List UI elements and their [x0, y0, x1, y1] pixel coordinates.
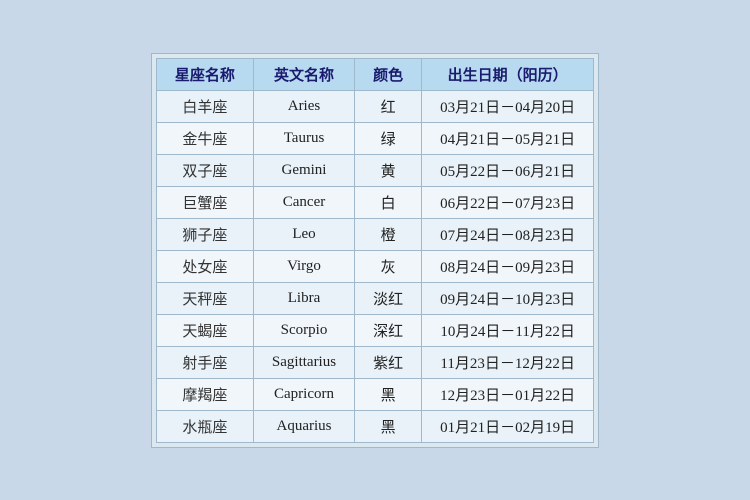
table-row: 水瓶座Aquarius黑01月21日－02月19日: [156, 410, 593, 442]
cell-chinese-name: 摩羯座: [156, 378, 253, 410]
cell-dates: 04月21日－05月21日: [422, 122, 594, 154]
cell-dates: 03月21日－04月20日: [422, 90, 594, 122]
header-dates: 出生日期（阳历）: [422, 58, 594, 90]
cell-english-name: Aquarius: [253, 410, 354, 442]
table-body: 白羊座Aries红03月21日－04月20日金牛座Taurus绿04月21日－0…: [156, 90, 593, 442]
cell-color: 白: [355, 186, 422, 218]
zodiac-table: 星座名称 英文名称 颜色 出生日期（阳历） 白羊座Aries红03月21日－04…: [156, 58, 594, 443]
cell-dates: 10月24日－11月22日: [422, 314, 594, 346]
cell-english-name: Cancer: [253, 186, 354, 218]
cell-chinese-name: 金牛座: [156, 122, 253, 154]
cell-dates: 06月22日－07月23日: [422, 186, 594, 218]
table-row: 白羊座Aries红03月21日－04月20日: [156, 90, 593, 122]
cell-english-name: Virgo: [253, 250, 354, 282]
cell-color: 灰: [355, 250, 422, 282]
cell-dates: 05月22日－06月21日: [422, 154, 594, 186]
cell-chinese-name: 巨蟹座: [156, 186, 253, 218]
cell-chinese-name: 天秤座: [156, 282, 253, 314]
cell-english-name: Libra: [253, 282, 354, 314]
cell-color: 黑: [355, 410, 422, 442]
cell-english-name: Scorpio: [253, 314, 354, 346]
cell-color: 绿: [355, 122, 422, 154]
cell-dates: 09月24日－10月23日: [422, 282, 594, 314]
header-color: 颜色: [355, 58, 422, 90]
cell-dates: 12月23日－01月22日: [422, 378, 594, 410]
cell-color: 淡红: [355, 282, 422, 314]
cell-chinese-name: 白羊座: [156, 90, 253, 122]
cell-color: 红: [355, 90, 422, 122]
cell-english-name: Capricorn: [253, 378, 354, 410]
header-chinese-name: 星座名称: [156, 58, 253, 90]
zodiac-table-container: 星座名称 英文名称 颜色 出生日期（阳历） 白羊座Aries红03月21日－04…: [151, 53, 599, 448]
cell-chinese-name: 处女座: [156, 250, 253, 282]
cell-english-name: Leo: [253, 218, 354, 250]
header-english-name: 英文名称: [253, 58, 354, 90]
cell-chinese-name: 水瓶座: [156, 410, 253, 442]
cell-english-name: Gemini: [253, 154, 354, 186]
cell-color: 紫红: [355, 346, 422, 378]
table-row: 天蝎座Scorpio深红10月24日－11月22日: [156, 314, 593, 346]
cell-chinese-name: 双子座: [156, 154, 253, 186]
cell-chinese-name: 天蝎座: [156, 314, 253, 346]
cell-dates: 01月21日－02月19日: [422, 410, 594, 442]
cell-english-name: Sagittarius: [253, 346, 354, 378]
table-row: 天秤座Libra淡红09月24日－10月23日: [156, 282, 593, 314]
cell-dates: 07月24日－08月23日: [422, 218, 594, 250]
cell-color: 橙: [355, 218, 422, 250]
table-row: 巨蟹座Cancer白06月22日－07月23日: [156, 186, 593, 218]
cell-chinese-name: 射手座: [156, 346, 253, 378]
table-row: 金牛座Taurus绿04月21日－05月21日: [156, 122, 593, 154]
table-row: 射手座Sagittarius紫红11月23日－12月22日: [156, 346, 593, 378]
table-header-row: 星座名称 英文名称 颜色 出生日期（阳历）: [156, 58, 593, 90]
cell-english-name: Aries: [253, 90, 354, 122]
table-row: 摩羯座Capricorn黑12月23日－01月22日: [156, 378, 593, 410]
cell-color: 深红: [355, 314, 422, 346]
cell-color: 黄: [355, 154, 422, 186]
cell-dates: 08月24日－09月23日: [422, 250, 594, 282]
cell-english-name: Taurus: [253, 122, 354, 154]
table-row: 双子座Gemini黄05月22日－06月21日: [156, 154, 593, 186]
cell-chinese-name: 狮子座: [156, 218, 253, 250]
table-row: 处女座Virgo灰08月24日－09月23日: [156, 250, 593, 282]
table-row: 狮子座Leo橙07月24日－08月23日: [156, 218, 593, 250]
cell-color: 黑: [355, 378, 422, 410]
cell-dates: 11月23日－12月22日: [422, 346, 594, 378]
